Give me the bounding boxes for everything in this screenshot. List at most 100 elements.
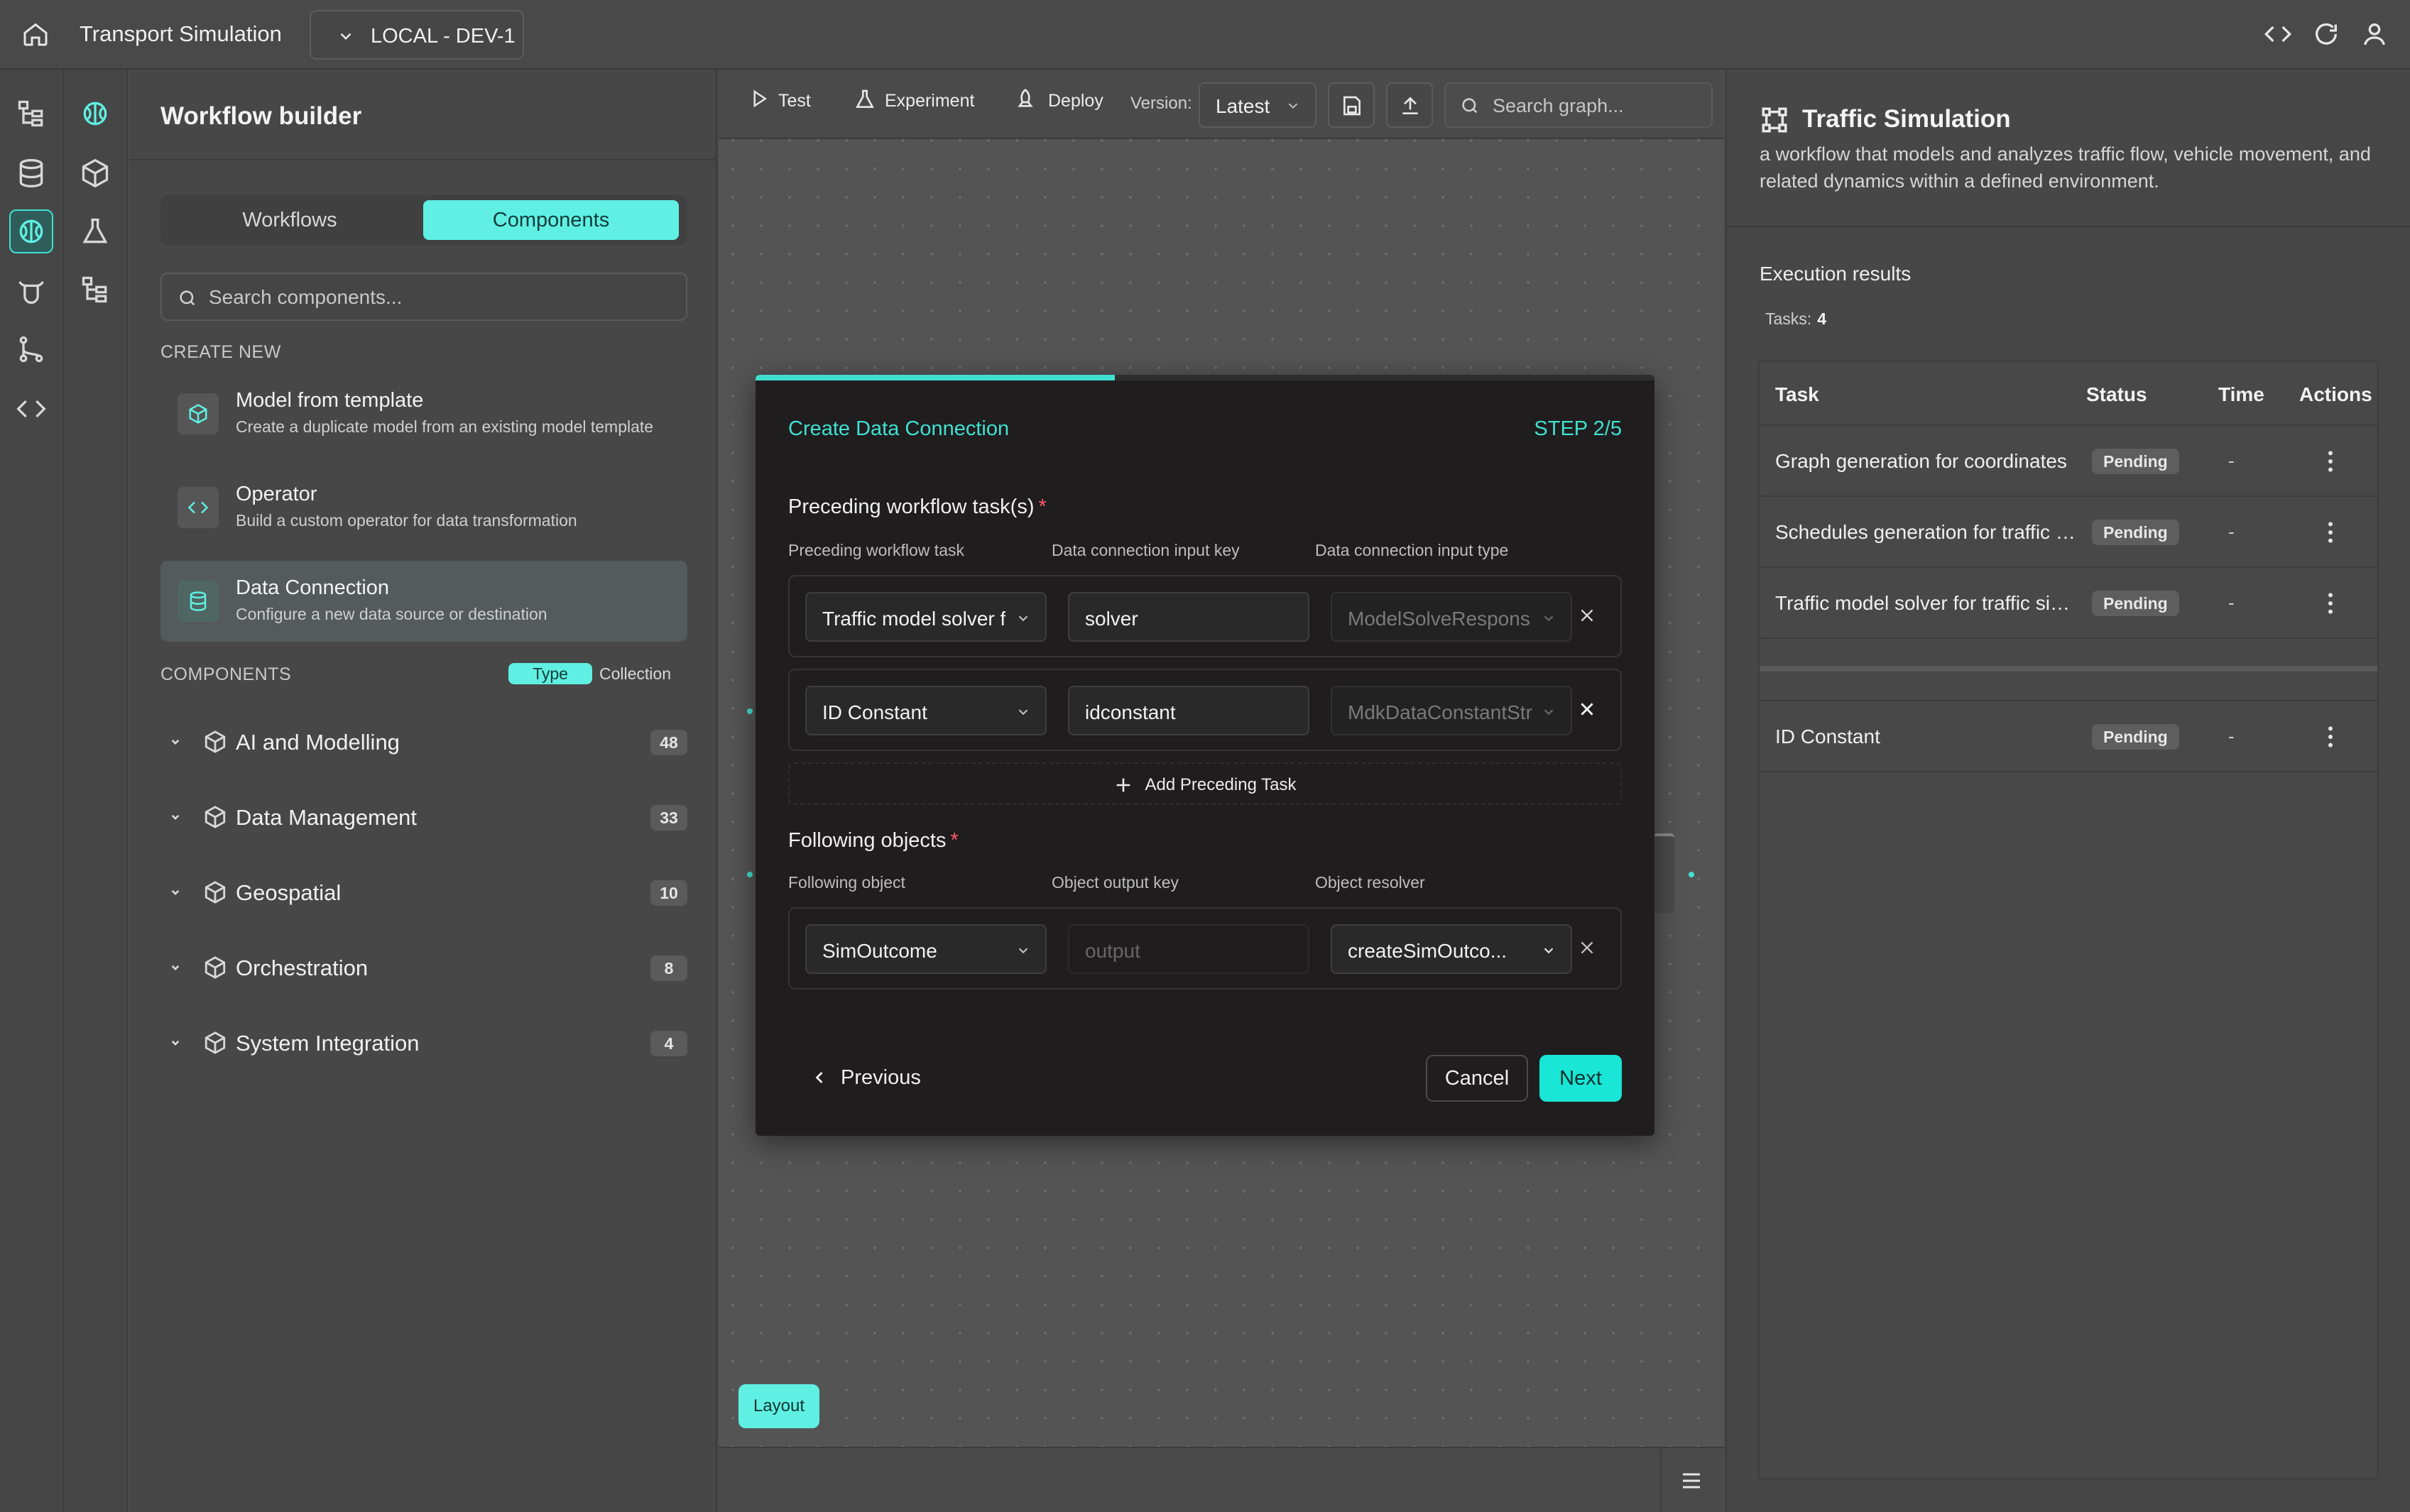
graph-node[interactable] bbox=[1653, 833, 1674, 913]
more-vertical-icon[interactable] bbox=[2316, 721, 2345, 752]
app-title: Transport Simulation bbox=[80, 21, 282, 46]
preceding-task-select[interactable]: ID Constant bbox=[805, 686, 1047, 735]
chevron-down-icon bbox=[166, 958, 185, 977]
environment-selector[interactable]: LOCAL - DEV-1 bbox=[310, 10, 524, 60]
database-icon bbox=[178, 581, 219, 622]
category-ai-and-modelling[interactable]: AI and Modelling 48 bbox=[160, 717, 687, 767]
chevron-down-icon bbox=[1015, 704, 1031, 720]
remove-row-button[interactable] bbox=[1571, 599, 1603, 632]
menu-icon[interactable] bbox=[1679, 1468, 1704, 1494]
git-branch-icon[interactable] bbox=[16, 334, 47, 365]
category-count: 10 bbox=[650, 880, 687, 906]
select-value: ModelSolveRespons bbox=[1348, 608, 1530, 630]
input-key-field[interactable]: idconstant bbox=[1068, 686, 1309, 735]
remove-row-button[interactable] bbox=[1571, 931, 1603, 964]
create-data-connection[interactable]: Data Connection Configure a new data sou… bbox=[160, 561, 687, 642]
tab-workflows[interactable]: Workflows bbox=[160, 195, 419, 246]
status-badge: Pending bbox=[2092, 724, 2179, 750]
cube-icon bbox=[203, 730, 227, 754]
task-name: ID Constant bbox=[1775, 725, 1880, 747]
output-key-field[interactable]: output bbox=[1068, 924, 1309, 974]
section-label: Preceding workflow task(s) bbox=[788, 495, 1035, 518]
version-value: Latest bbox=[1216, 95, 1270, 117]
category-orchestration[interactable]: Orchestration 8 bbox=[160, 943, 687, 992]
flask-icon[interactable] bbox=[80, 216, 111, 247]
chevron-down-icon bbox=[166, 808, 185, 826]
graph-search-input[interactable] bbox=[1493, 92, 1706, 119]
tasks-count-value: 4 bbox=[1817, 309, 1826, 328]
category-label: Data Management bbox=[236, 805, 418, 830]
version-select[interactable]: Latest bbox=[1199, 82, 1316, 128]
preceding-task-select[interactable]: Traffic model solver f bbox=[805, 592, 1047, 642]
code-icon[interactable] bbox=[16, 393, 47, 424]
col-actions: Actions bbox=[2299, 383, 2372, 405]
category-count: 48 bbox=[650, 730, 687, 755]
step-progress-track bbox=[756, 375, 1654, 380]
brain-icon[interactable] bbox=[16, 216, 47, 247]
refresh-icon[interactable] bbox=[2312, 20, 2340, 48]
upload-button[interactable] bbox=[1386, 82, 1433, 128]
more-vertical-icon[interactable] bbox=[2316, 517, 2345, 548]
object-resolver-select[interactable]: createSimOutco... bbox=[1331, 924, 1572, 974]
database-icon[interactable] bbox=[16, 158, 47, 189]
modal-title: Create Data Connection bbox=[788, 417, 1010, 440]
create-operator[interactable]: Operator Build a custom operator for dat… bbox=[160, 467, 687, 548]
col-task: Task bbox=[1775, 383, 1819, 405]
table-row[interactable]: Schedules generation for traffic s... Pe… bbox=[1760, 495, 2377, 566]
tab-components[interactable]: Components bbox=[423, 200, 679, 240]
home-icon[interactable] bbox=[21, 20, 50, 48]
category-count: 4 bbox=[650, 1031, 687, 1056]
cancel-button[interactable]: Cancel bbox=[1426, 1055, 1528, 1102]
group-by-type[interactable]: Type bbox=[508, 663, 592, 684]
next-button[interactable]: Next bbox=[1539, 1055, 1622, 1102]
search-input[interactable] bbox=[209, 283, 663, 312]
table-row[interactable]: Graph generation for coordinates Pending… bbox=[1760, 424, 2377, 495]
details-panel: Traffic Simulation a workflow that model… bbox=[1725, 70, 2410, 1512]
col-output-key: Object output key bbox=[1052, 873, 1179, 892]
preceding-section-title: Preceding workflow task(s) * bbox=[788, 495, 1047, 519]
user-icon[interactable] bbox=[2360, 20, 2389, 48]
table-row[interactable]: Traffic model solver for traffic sim... … bbox=[1760, 566, 2377, 637]
category-data-management[interactable]: Data Management 33 bbox=[160, 792, 687, 842]
add-preceding-task-button[interactable]: Add Preceding Task bbox=[788, 762, 1622, 805]
more-vertical-icon[interactable] bbox=[2316, 446, 2345, 477]
task-name: Graph generation for coordinates bbox=[1775, 450, 2067, 472]
group-by-collection[interactable]: Collection bbox=[599, 663, 671, 684]
category-system-integration[interactable]: System Integration 4 bbox=[160, 1018, 687, 1068]
remove-row-button[interactable] bbox=[1571, 693, 1603, 725]
input-value: idconstant bbox=[1085, 701, 1176, 723]
canvas-toolbar: Test Experiment Deploy Version: Latest bbox=[719, 70, 1724, 139]
version-label: Version: bbox=[1130, 94, 1192, 113]
layout-button[interactable]: Layout bbox=[738, 1384, 819, 1428]
create-model-from-template[interactable]: Model from template Create a duplicate m… bbox=[160, 373, 687, 454]
cube-icon bbox=[178, 393, 219, 434]
test-label: Test bbox=[778, 91, 811, 111]
col-following-object: Following object bbox=[788, 873, 905, 892]
more-vertical-icon[interactable] bbox=[2316, 588, 2345, 619]
experiment-label: Experiment bbox=[885, 91, 975, 111]
hierarchy-icon[interactable] bbox=[80, 274, 111, 305]
col-input-key: Data connection input key bbox=[1052, 541, 1240, 559]
following-object-select[interactable]: SimOutcome bbox=[805, 924, 1047, 974]
following-object-row: SimOutcome output createSimOutco... bbox=[788, 907, 1622, 990]
create-new-label: CREATE NEW bbox=[160, 342, 281, 362]
chevron-left-icon bbox=[809, 1068, 829, 1088]
previous-label: Previous bbox=[841, 1066, 921, 1089]
save-button[interactable] bbox=[1328, 82, 1375, 128]
chevron-down-icon bbox=[166, 883, 185, 902]
table-row[interactable]: ID Constant Pending - bbox=[1760, 700, 2377, 771]
task-time: - bbox=[2228, 521, 2235, 542]
hierarchy-icon[interactable] bbox=[16, 98, 47, 129]
divider bbox=[1660, 1448, 1662, 1512]
modal-step-indicator: STEP 2/5 bbox=[1534, 417, 1622, 440]
divider bbox=[129, 159, 717, 160]
cube-icon[interactable] bbox=[80, 158, 111, 189]
input-type-select: MdkDataConstantStr bbox=[1331, 686, 1572, 735]
code-icon[interactable] bbox=[2264, 20, 2292, 48]
category-geospatial[interactable]: Geospatial 10 bbox=[160, 867, 687, 917]
bull-icon[interactable] bbox=[16, 274, 47, 305]
input-key-field[interactable]: solver bbox=[1068, 592, 1309, 642]
brain-icon[interactable] bbox=[80, 98, 111, 129]
create-data-connection-modal: Create Data Connection STEP 2/5 Precedin… bbox=[756, 375, 1654, 1136]
workflow-builder-panel: Workflow builder Workflows Components CR… bbox=[129, 70, 717, 1512]
